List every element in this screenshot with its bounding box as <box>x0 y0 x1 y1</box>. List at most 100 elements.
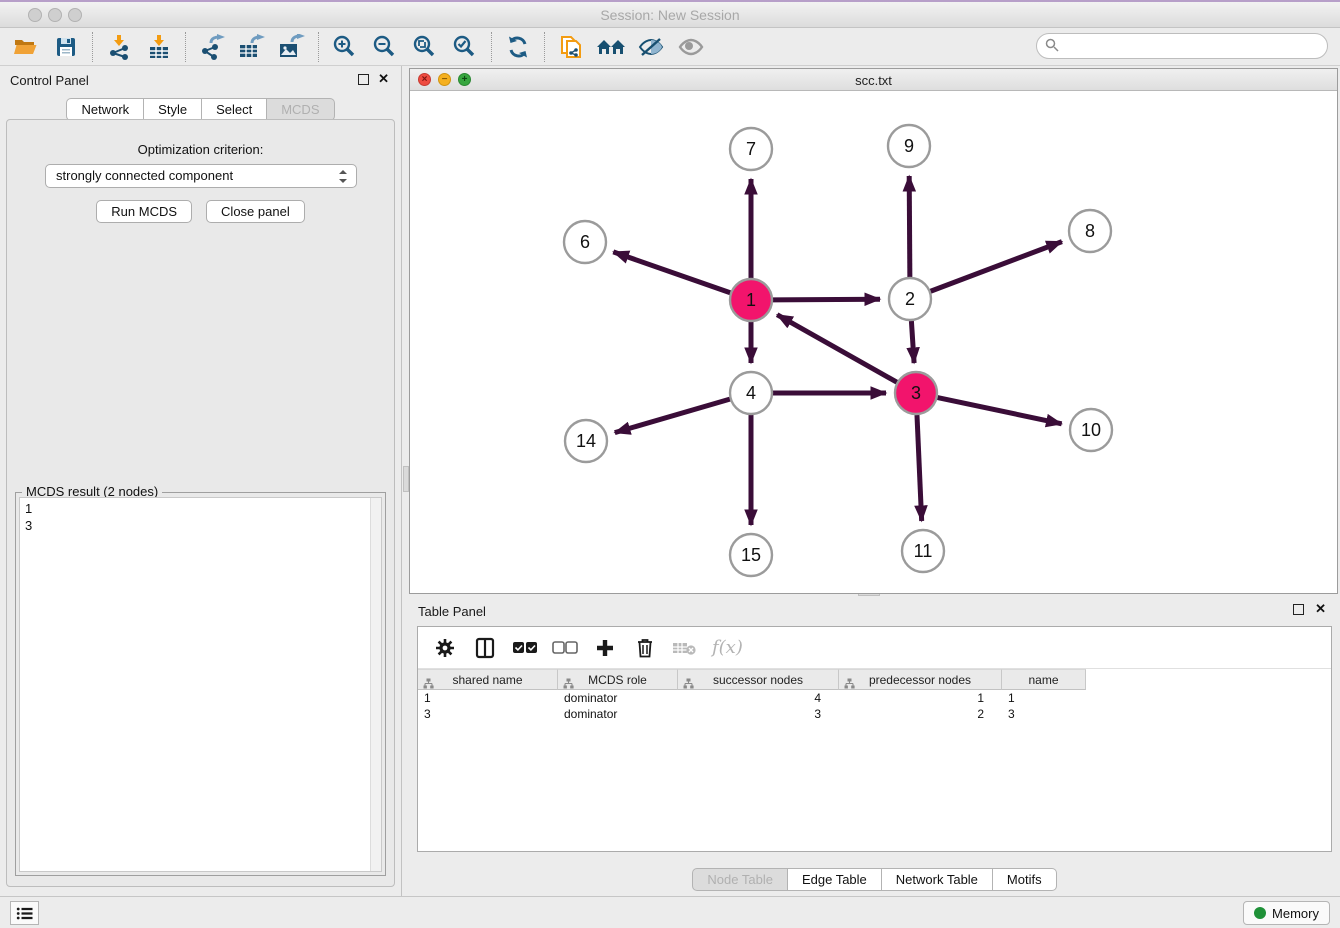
import-network-button[interactable] <box>99 31 139 63</box>
graph-node-label: 11 <box>914 541 933 561</box>
vertical-splitter[interactable] <box>401 66 409 896</box>
table-tab-node-table[interactable]: Node Table <box>692 868 788 891</box>
network-window-title: scc.txt <box>410 73 1337 88</box>
column-header-shared-name[interactable]: shared name <box>418 669 558 690</box>
table-cell[interactable]: dominator <box>558 690 678 706</box>
zoom-selected-button[interactable] <box>445 31 485 63</box>
tab-select[interactable]: Select <box>202 98 267 121</box>
close-panel-icon[interactable]: ✕ <box>378 71 389 87</box>
table-row[interactable]: 3dominator323 <box>418 706 1331 722</box>
table-tab-network-table[interactable]: Network Table <box>882 868 993 891</box>
zoom-out-button[interactable] <box>365 31 405 63</box>
graph-edge-3-11[interactable] <box>917 415 922 521</box>
task-history-button[interactable] <box>10 901 39 925</box>
delete-table-button[interactable] <box>672 635 698 661</box>
graph-edge-1-6[interactable] <box>613 252 730 293</box>
graph-node-label: 15 <box>741 545 761 565</box>
export-table-icon <box>238 34 266 60</box>
control-panel-title: Control Panel <box>10 73 89 88</box>
table-cell[interactable]: 2 <box>839 706 1002 722</box>
import-network-icon <box>106 34 132 60</box>
add-row-button[interactable] <box>592 635 618 661</box>
save-floppy-icon <box>55 36 77 58</box>
column-header-MCDS-role[interactable]: MCDS role <box>558 669 678 690</box>
table-body: 1dominator4113dominator323 <box>418 690 1331 722</box>
delete-row-button[interactable] <box>632 635 658 661</box>
column-header-name[interactable]: name <box>1002 669 1086 690</box>
table-header-row: shared nameMCDS rolesuccessor nodesprede… <box>418 669 1331 690</box>
column-type-icon <box>844 675 855 695</box>
delete-table-icon <box>672 639 698 657</box>
graph-node-label: 3 <box>911 383 921 403</box>
table-cell[interactable]: 3 <box>418 706 558 722</box>
open-session-button[interactable] <box>6 31 46 63</box>
table-tab-motifs[interactable]: Motifs <box>993 868 1057 891</box>
hide-selected-button[interactable] <box>631 31 671 63</box>
graph-edge-3-10[interactable] <box>938 398 1062 424</box>
float-panel-icon[interactable] <box>358 74 369 85</box>
run-mcds-button[interactable]: Run MCDS <box>96 200 192 223</box>
table-cell[interactable]: 3 <box>678 706 839 722</box>
export-table-button[interactable] <box>232 31 272 63</box>
show-all-button[interactable] <box>671 31 711 63</box>
mcds-result-group: MCDS result (2 nodes) 1 3 <box>15 492 386 876</box>
toolbar-separator <box>491 32 492 62</box>
refresh-button[interactable] <box>498 31 538 63</box>
refresh-icon <box>505 34 531 60</box>
zoom-fit-button[interactable] <box>405 31 445 63</box>
table-cell[interactable]: 1 <box>1002 690 1086 706</box>
export-network-button[interactable] <box>192 31 232 63</box>
column-header-successor-nodes[interactable]: successor nodes <box>678 669 839 690</box>
table-tab-edge-table[interactable]: Edge Table <box>788 868 882 891</box>
home-views-button[interactable] <box>591 31 631 63</box>
network-view-window: × − + scc.txt 7968124314101511 <box>409 68 1338 594</box>
export-image-button[interactable] <box>272 31 312 63</box>
zoom-in-button[interactable] <box>325 31 365 63</box>
tab-mcds[interactable]: MCDS <box>267 98 334 121</box>
network-canvas[interactable]: 7968124314101511 <box>410 91 1337 593</box>
table-cell[interactable]: 4 <box>678 690 839 706</box>
toolbar-separator <box>185 32 186 62</box>
table-cell[interactable]: 1 <box>418 690 558 706</box>
import-table-button[interactable] <box>139 31 179 63</box>
close-table-panel-icon[interactable]: ✕ <box>1315 601 1326 617</box>
function-builder-button[interactable]: f(x) <box>712 637 743 658</box>
float-table-panel-icon[interactable] <box>1293 604 1304 615</box>
toolbar-separator <box>92 32 93 62</box>
table-cell[interactable]: 1 <box>839 690 1002 706</box>
copy-network-button[interactable] <box>551 31 591 63</box>
graph-edge-2-8[interactable] <box>931 242 1062 292</box>
graph-edge-1-2[interactable] <box>773 299 880 300</box>
mcds-result-box[interactable]: 1 3 <box>19 497 382 872</box>
tab-network[interactable]: Network <box>66 98 144 121</box>
table-settings-button[interactable] <box>432 635 458 661</box>
memory-button[interactable]: Memory <box>1243 901 1330 925</box>
graph-edge-2-3[interactable] <box>911 321 914 363</box>
zoom-in-icon <box>332 34 358 60</box>
table-cell[interactable]: dominator <box>558 706 678 722</box>
graph-node-label: 7 <box>746 139 756 159</box>
plus-icon <box>595 638 615 658</box>
select-all-button[interactable] <box>512 635 538 661</box>
optimization-criterion-select[interactable]: strongly connected component <box>45 164 357 188</box>
column-header-predecessor-nodes[interactable]: predecessor nodes <box>839 669 1002 690</box>
table-row[interactable]: 1dominator411 <box>418 690 1331 706</box>
graph-edge-4-14[interactable] <box>615 399 730 432</box>
save-session-button[interactable] <box>46 31 86 63</box>
graph-node-label: 4 <box>746 383 756 403</box>
search-field-wrap <box>1036 33 1328 59</box>
close-panel-button[interactable]: Close panel <box>206 200 305 223</box>
export-image-icon <box>278 34 306 60</box>
eye-icon <box>677 36 705 58</box>
search-input[interactable] <box>1036 33 1328 59</box>
show-columns-button[interactable] <box>472 635 498 661</box>
control-panel: Control Panel ✕ NetworkStyleSelectMCDS O… <box>0 66 401 896</box>
graph-edge-3-1[interactable] <box>777 315 897 382</box>
dropdown-value: strongly connected component <box>56 168 233 183</box>
result-scrollbar[interactable] <box>370 498 381 871</box>
tab-style[interactable]: Style <box>144 98 202 121</box>
table-panel: Table Panel ✕ <box>409 598 1340 896</box>
deselect-all-button[interactable] <box>552 635 578 661</box>
graph-edge-2-9[interactable] <box>909 176 910 277</box>
table-cell[interactable]: 3 <box>1002 706 1086 722</box>
